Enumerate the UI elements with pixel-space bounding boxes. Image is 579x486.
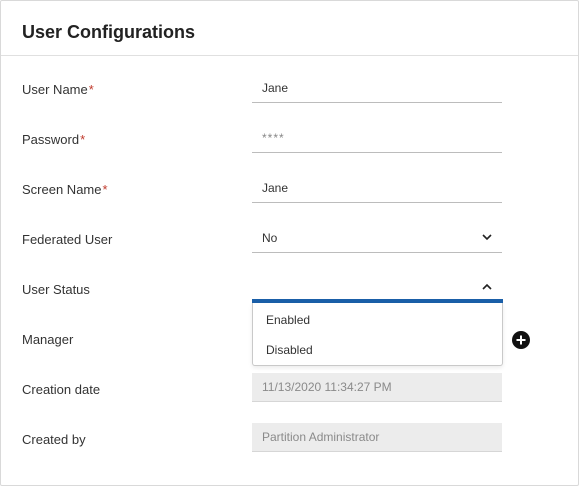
user-name-input[interactable]: Jane [252,74,502,103]
password-value: **** [262,131,285,145]
password-label: Password* [22,132,86,147]
plus-circle-icon [516,335,526,345]
screen-name-input[interactable]: Jane [252,174,502,203]
created-by-field: Partition Administrator [252,423,502,452]
created-by-value: Partition Administrator [262,430,380,444]
panel-title: User Configurations [22,22,196,42]
manager-label: Manager [22,332,74,347]
required-mark: * [80,132,86,147]
screen-name-label: Screen Name* [22,182,108,197]
title-divider [1,55,578,56]
federated-user-select[interactable]: No [252,224,502,253]
screen-name-value: Jane [262,181,289,195]
chevron-down-icon [482,234,492,241]
user-configurations-panel: User Configurations User Name* Jane Pass… [0,0,579,486]
created-by-label: Created by [22,432,86,447]
required-mark: * [102,182,108,197]
creation-date-value: 11/13/2020 11:34:27 PM [262,380,392,394]
federated-user-label: Federated User [22,232,113,247]
creation-date-field: 11/13/2020 11:34:27 PM [252,373,502,402]
creation-date-label: Creation date [22,382,101,397]
manager-row: Manager [1,326,578,356]
password-input[interactable]: **** [252,124,502,153]
required-mark: * [88,82,94,97]
add-manager-button[interactable] [512,331,530,349]
user-name-value: Jane [262,81,289,95]
federated-user-value: No [262,231,278,245]
user-status-label: User Status [22,282,90,297]
user-name-label: User Name* [22,82,94,97]
chevron-up-icon [482,283,492,290]
